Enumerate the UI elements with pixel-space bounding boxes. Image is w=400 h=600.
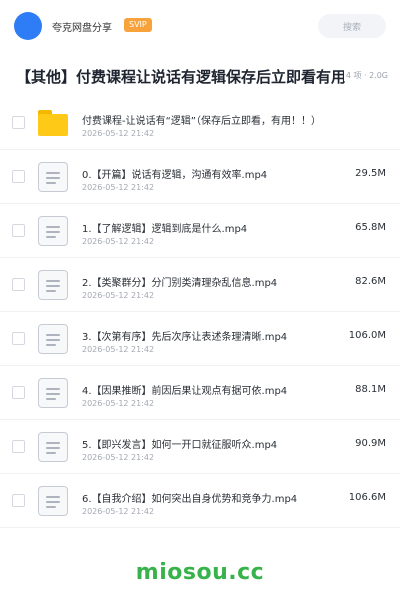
item-name: 6.【自我介绍】如何突出自身优势和竞争力.mp4 bbox=[82, 494, 298, 505]
item-date: 2026-05-12 21:42 bbox=[82, 399, 155, 408]
item-date: 2026-05-12 21:42 bbox=[82, 507, 155, 516]
avatar[interactable] bbox=[14, 12, 42, 40]
item-date: 2026-05-12 21:42 bbox=[82, 453, 155, 462]
list-item[interactable]: 2.【类聚群分】分门别类清理杂乱信息.mp4 2026-05-12 21:42 … bbox=[0, 258, 400, 312]
checkbox[interactable] bbox=[12, 440, 25, 453]
svip-badge: SVIP bbox=[124, 18, 152, 32]
item-date: 2026-05-12 21:42 bbox=[82, 291, 155, 300]
item-name: 0.【开篇】说话有逻辑，沟通有效率.mp4 bbox=[82, 170, 268, 181]
list-item[interactable]: 3.【次第有序】先后次序让表述条理清晰.mp4 2026-05-12 21:42… bbox=[0, 312, 400, 366]
item-date: 2026-05-12 21:42 bbox=[82, 237, 155, 246]
video-file-icon bbox=[38, 432, 68, 462]
checkbox[interactable] bbox=[12, 494, 25, 507]
checkbox[interactable] bbox=[12, 386, 25, 399]
checkbox[interactable] bbox=[12, 224, 25, 237]
item-date: 2026-05-12 21:42 bbox=[82, 345, 155, 354]
checkbox[interactable] bbox=[12, 170, 25, 183]
video-file-icon bbox=[38, 270, 68, 300]
folder-icon bbox=[38, 108, 68, 138]
search-button[interactable]: 搜索 bbox=[318, 14, 386, 38]
checkbox[interactable] bbox=[12, 332, 25, 345]
checkbox[interactable] bbox=[12, 278, 25, 291]
item-name: 5.【即兴发言】如何一开口就征服听众.mp4 bbox=[82, 440, 278, 451]
share-title-bar: 【其他】付费课程让说话有逻辑保存后立即看有用 4 项 · 2.0G bbox=[0, 62, 400, 90]
item-size: 88.1M bbox=[355, 384, 386, 395]
video-file-icon bbox=[38, 486, 68, 516]
video-file-icon bbox=[38, 162, 68, 192]
list-item[interactable]: 5.【即兴发言】如何一开口就征服听众.mp4 2026-05-12 21:42 … bbox=[0, 420, 400, 474]
item-date: 2026-05-12 21:42 bbox=[82, 183, 155, 192]
item-date: 2026-05-12 21:42 bbox=[82, 129, 155, 138]
item-size: 90.9M bbox=[355, 438, 386, 449]
item-size: 29.5M bbox=[355, 168, 386, 179]
page-title: 【其他】付费课程让说话有逻辑保存后立即看有用 bbox=[16, 68, 347, 86]
list-item[interactable]: 4.【因果推断】前因后果让观点有据可依.mp4 2026-05-12 21:42… bbox=[0, 366, 400, 420]
share-summary: 4 项 · 2.0G bbox=[343, 70, 388, 81]
list-item[interactable]: 1.【了解逻辑】逻辑到底是什么.mp4 2026-05-12 21:42 65.… bbox=[0, 204, 400, 258]
header: 夸克网盘分享 SVIP 搜索 bbox=[0, 0, 400, 52]
item-size: 106.6M bbox=[348, 492, 386, 503]
list-item[interactable]: 6.【自我介绍】如何突出自身优势和竞争力.mp4 2026-05-12 21:4… bbox=[0, 474, 400, 528]
list-item-folder[interactable]: 付费课程-让说话有“逻辑”（保存后立即看，有用！！） 2026-05-12 21… bbox=[0, 96, 400, 150]
video-file-icon bbox=[38, 324, 68, 354]
item-size: 106.0M bbox=[348, 330, 386, 341]
item-name: 2.【类聚群分】分门别类清理杂乱信息.mp4 bbox=[82, 278, 278, 289]
item-name: 3.【次第有序】先后次序让表述条理清晰.mp4 bbox=[82, 332, 288, 343]
file-list: 付费课程-让说话有“逻辑”（保存后立即看，有用！！） 2026-05-12 21… bbox=[0, 96, 400, 528]
checkbox[interactable] bbox=[12, 116, 25, 129]
watermark: miosou.cc bbox=[135, 560, 265, 585]
item-name: 付费课程-让说话有“逻辑”（保存后立即看，有用！！） bbox=[82, 116, 321, 127]
item-name: 1.【了解逻辑】逻辑到底是什么.mp4 bbox=[82, 224, 248, 235]
video-file-icon bbox=[38, 378, 68, 408]
list-item[interactable]: 0.【开篇】说话有逻辑，沟通有效率.mp4 2026-05-12 21:42 2… bbox=[0, 150, 400, 204]
brand-name: 夸克网盘分享 bbox=[52, 23, 112, 34]
item-size: 65.8M bbox=[355, 222, 386, 233]
video-file-icon bbox=[38, 216, 68, 246]
item-name: 4.【因果推断】前因后果让观点有据可依.mp4 bbox=[82, 386, 288, 397]
search-label: 搜索 bbox=[342, 22, 361, 33]
item-size: 82.6M bbox=[355, 276, 386, 287]
